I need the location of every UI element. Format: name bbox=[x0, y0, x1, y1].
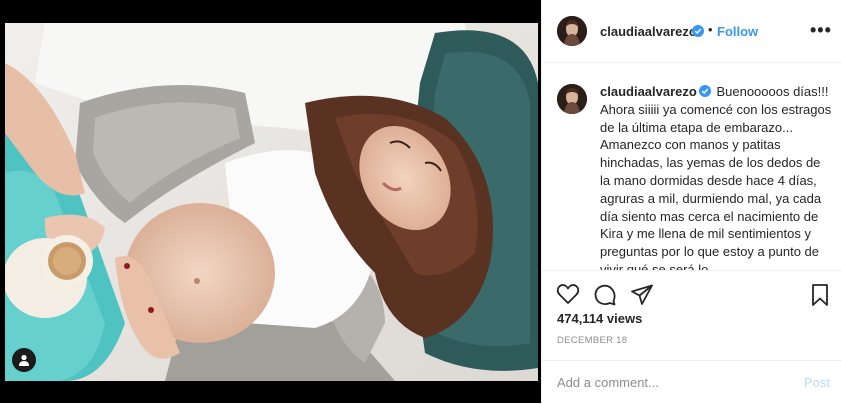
username[interactable]: claudiaalvarezo bbox=[600, 24, 697, 39]
verified-badge-icon bbox=[692, 25, 704, 37]
caption-username[interactable]: claudiaalvarezo bbox=[600, 84, 697, 99]
post-date[interactable]: DECEMBER 18 bbox=[557, 335, 627, 346]
comment-bar: Post bbox=[542, 360, 841, 404]
follow-button[interactable]: Follow bbox=[717, 24, 758, 39]
post-header: claudiaalvarezo • Follow ••• bbox=[542, 0, 841, 63]
share-icon[interactable] bbox=[630, 283, 654, 312]
separator-dot: • bbox=[708, 22, 713, 37]
media-panel bbox=[0, 0, 541, 403]
post-comment-button[interactable]: Post bbox=[804, 375, 830, 390]
comment-icon[interactable] bbox=[593, 283, 617, 312]
caption-text: Buenooooos días!!! Ahora siiiii ya comen… bbox=[600, 84, 832, 270]
verified-badge-icon bbox=[698, 85, 711, 97]
more-options-icon[interactable]: ••• bbox=[810, 20, 832, 41]
avatar[interactable] bbox=[557, 16, 587, 46]
post-sidebar: claudiaalvarezo • Follow ••• claudiaalva… bbox=[541, 0, 841, 403]
user-tag-icon[interactable] bbox=[12, 348, 36, 372]
views-count[interactable]: 474,114 views bbox=[557, 311, 642, 326]
heart-icon[interactable] bbox=[556, 283, 580, 310]
avatar[interactable] bbox=[557, 84, 587, 114]
caption: claudiaalvarezo Buenooooos días!!! Ahora… bbox=[600, 83, 832, 270]
post-photo[interactable] bbox=[5, 23, 538, 381]
post-actions: 474,114 views DECEMBER 18 bbox=[542, 270, 841, 361]
comment-input[interactable] bbox=[557, 373, 777, 391]
caption-area: claudiaalvarezo Buenooooos días!!! Ahora… bbox=[542, 63, 841, 270]
bookmark-icon[interactable] bbox=[810, 283, 830, 312]
